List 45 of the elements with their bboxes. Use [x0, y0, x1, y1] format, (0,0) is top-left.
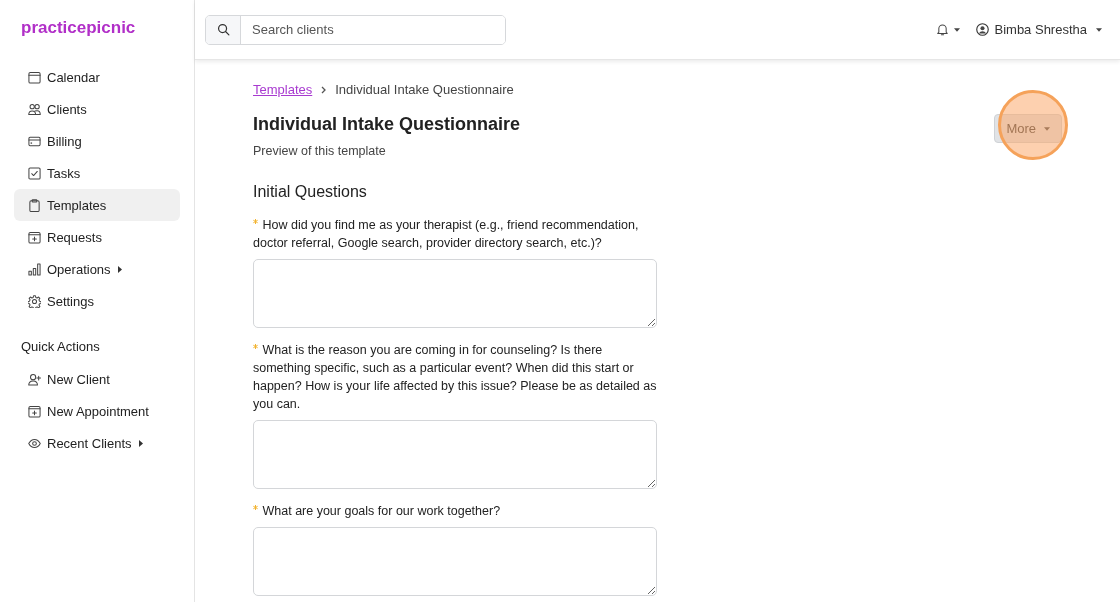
nav-item[interactable]: Billing [14, 125, 180, 157]
nav-item[interactable]: Calendar [14, 61, 180, 93]
nav-item[interactable]: Templates [14, 189, 180, 221]
quick-action-item[interactable]: Recent Clients [14, 427, 180, 459]
search-field[interactable]: Search clients [205, 14, 506, 45]
search-icon [206, 15, 241, 44]
page-title: Individual Intake Questionnaire [253, 113, 521, 136]
people-icon [28, 102, 41, 116]
calendar-icon [28, 70, 41, 84]
nav-item[interactable]: Tasks [14, 157, 180, 189]
calendar-plus-icon [28, 404, 41, 418]
answer-field[interactable] [253, 420, 657, 489]
section-heading: Quick Actions [21, 339, 100, 355]
eye-icon [28, 436, 41, 450]
card-icon [28, 134, 41, 148]
section-heading: Initial Questions [253, 182, 368, 202]
settings-icon [28, 294, 41, 308]
breadcrumb-link[interactable]: Templates [253, 82, 313, 98]
clipboard-icon [28, 198, 41, 212]
checkbox-icon [28, 166, 41, 180]
quick-action-item[interactable]: New Appointment [14, 395, 180, 427]
page-subtitle: Preview of this template [253, 143, 387, 160]
nav-item[interactable]: Requests [14, 221, 180, 253]
answer-field[interactable] [253, 527, 657, 596]
nav-item[interactable]: Clients [14, 93, 180, 125]
caret-icon [953, 27, 960, 32]
caret-icon [1044, 126, 1050, 131]
quick-action-item[interactable]: New Client [14, 363, 180, 395]
nav-item[interactable]: Settings [14, 285, 180, 317]
answer-field[interactable] [253, 259, 657, 328]
logo[interactable]: practicepicnic [21, 16, 136, 40]
chevron-icon [321, 86, 327, 94]
calendar-plus-icon [28, 230, 41, 244]
bar-chart-icon [28, 262, 41, 276]
question-label: How did you find me as your therapist (e.g., friend recommendation, doctor referral, Google search, provider directory search, etc.)? [253, 218, 639, 250]
nav-item[interactable]: Operations [14, 253, 180, 285]
user-menu-button[interactable]: Bimba Shrestha [975, 22, 1102, 37]
question-label: What is the reason you are coming in for counseling? Is there something specific, such as a particular event? When did this start or happen? How is your life affected by this issue? Please be as detailed as you can. [253, 343, 657, 411]
user-plus-icon [28, 372, 41, 386]
question-label: What are your goals for our work together? [262, 504, 501, 518]
breadcrumb-current: Individual Intake Questionnaire [335, 82, 514, 98]
avatar-icon [975, 23, 989, 36]
caret-icon [1096, 27, 1102, 32]
notifications-button[interactable] [936, 23, 960, 36]
bell-icon [936, 23, 948, 36]
